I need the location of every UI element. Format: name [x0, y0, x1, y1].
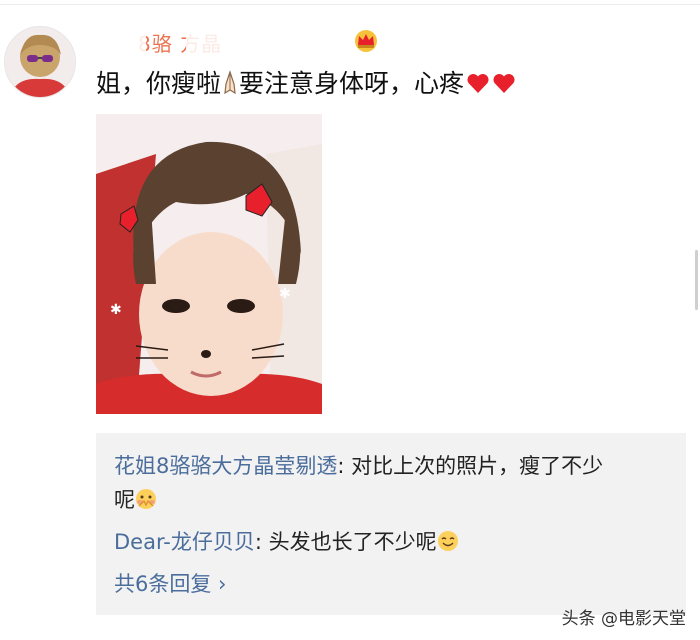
reply-text: : 头发也长了不少呢: [254, 530, 437, 554]
heart-icon: [493, 73, 515, 93]
reply-text: : 对比上次的照片，瘦了不少: [337, 454, 604, 478]
smile-face-icon: [437, 531, 458, 551]
reply-author[interactable]: Dear-龙仔贝贝: [114, 530, 255, 554]
svg-text:✱: ✱: [279, 286, 291, 302]
reply-text-cont: 呢: [114, 488, 135, 512]
comment-text-part2: 要注意身体呀，心疼: [239, 69, 465, 98]
comment-text-part1: 姐，你瘦啦: [96, 69, 222, 98]
user-avatar-icon: [5, 27, 75, 97]
avatar[interactable]: [4, 26, 76, 98]
pray-hands-icon: [224, 70, 236, 95]
scrollbar[interactable]: [695, 250, 698, 310]
watermark: 头条 @电影天堂: [561, 609, 686, 629]
reply-author[interactable]: 花姐8骆骆大方晶莹剔透: [114, 454, 337, 478]
obscure-mask: [132, 30, 146, 58]
more-replies-link[interactable]: 共6条回复 ›: [114, 567, 226, 601]
obscure-mask: [186, 30, 232, 58]
comment-text: 姐，你瘦啦 要注意身体呀，心疼: [96, 66, 516, 102]
reply-item[interactable]: 花姐8骆骆大方晶莹剔透: 对比上次的照片，瘦了不少 呢: [114, 449, 674, 517]
svg-text:✱: ✱: [110, 302, 122, 318]
crown-icon: [355, 30, 377, 52]
reply-item[interactable]: Dear-龙仔贝贝: 头发也长了不少呢: [114, 525, 674, 559]
comment-username[interactable]: 8骆 方晶: [138, 28, 378, 56]
photo-image: ✱ ✱: [96, 114, 322, 414]
top-divider: [0, 4, 700, 5]
shy-face-icon: [136, 489, 156, 509]
heart-icon: [467, 73, 489, 93]
replies-panel: 花姐8骆骆大方晶莹剔透: 对比上次的照片，瘦了不少 呢 Dear-龙仔贝贝: 头…: [96, 433, 686, 615]
obscure-mask: [278, 30, 322, 58]
selfie-photo[interactable]: ✱ ✱: [96, 114, 322, 414]
